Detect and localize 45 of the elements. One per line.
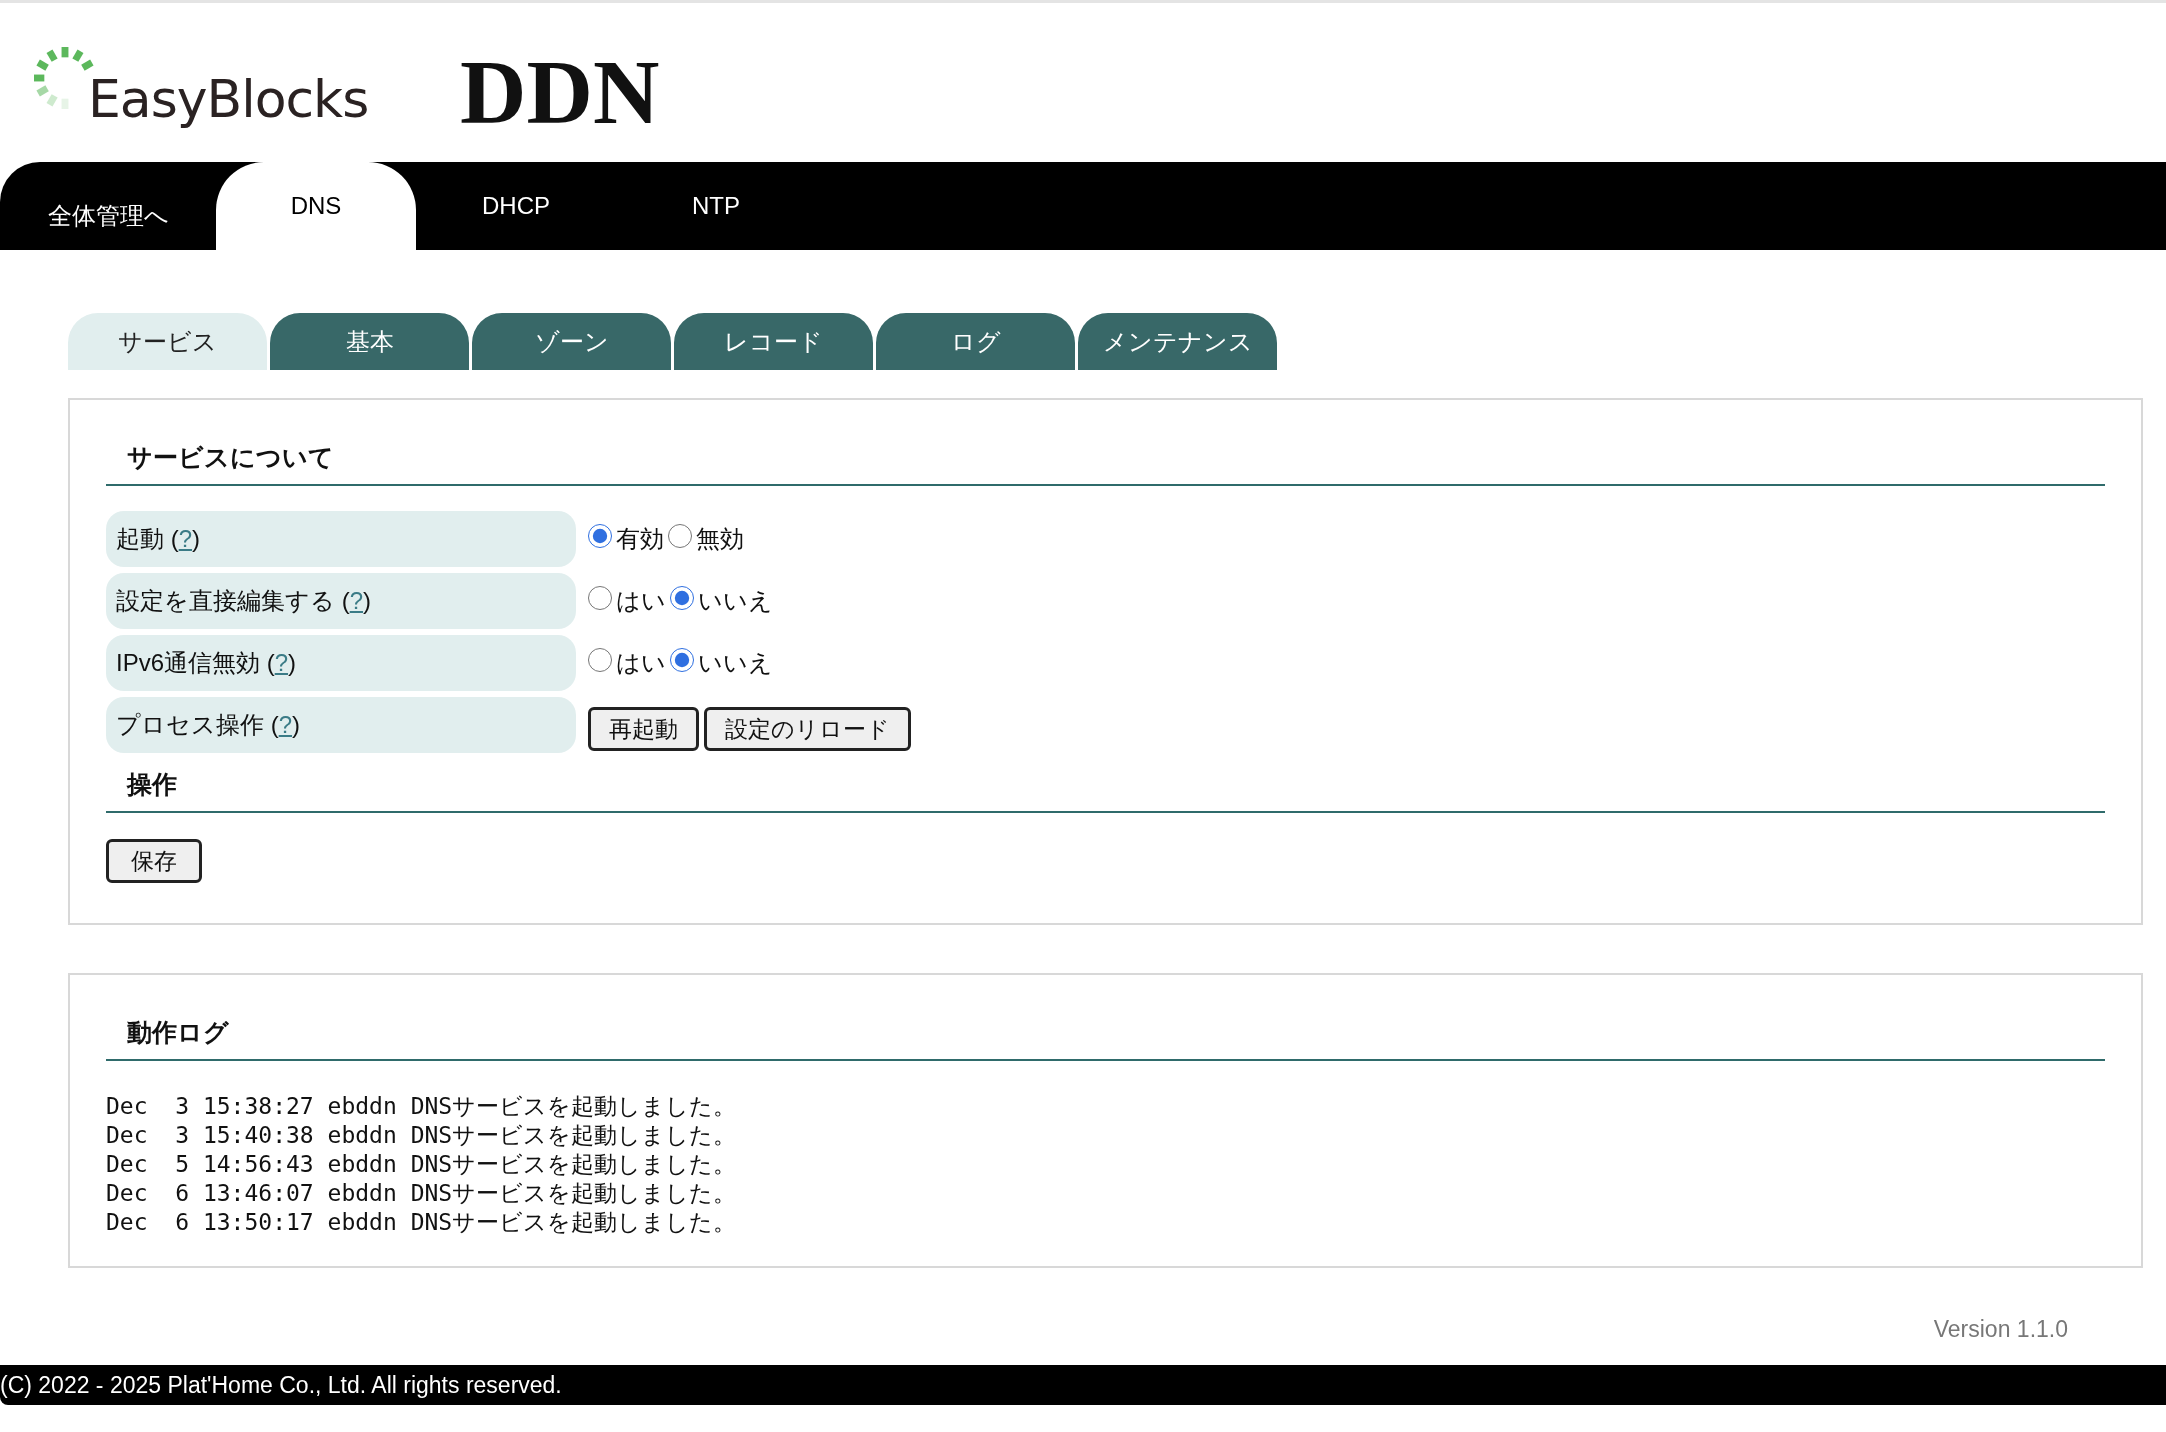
section-tab[interactable]: メンテナンス bbox=[1078, 313, 1277, 370]
version-text: Version 1.1.0 bbox=[1933, 1316, 2068, 1343]
section-tab[interactable]: ログ bbox=[876, 313, 1075, 370]
nav-tab[interactable]: DNS bbox=[216, 162, 416, 250]
help-link[interactable]: ? bbox=[278, 711, 293, 738]
help-link[interactable]: ? bbox=[349, 587, 364, 614]
option-label: いいえ bbox=[698, 586, 773, 616]
logo-text: EasyBlocks bbox=[88, 68, 369, 129]
action-button[interactable]: 設定のリロード bbox=[704, 707, 911, 751]
radio-button[interactable] bbox=[588, 524, 612, 548]
option-label: いいえ bbox=[698, 648, 773, 678]
section-tab[interactable]: サービス bbox=[68, 313, 267, 370]
section-tab[interactable]: ゾーン bbox=[472, 313, 671, 370]
option-label: はい bbox=[616, 648, 666, 678]
section-heading: 動作ログ bbox=[126, 1017, 230, 1048]
option-label: 有効 bbox=[616, 524, 664, 554]
copyright-text: (C) 2022 - 2025 Plat'Home Co., Ltd. All rights reserved. bbox=[0, 1371, 562, 1399]
setting-label: IPv6通信無効 (?) bbox=[106, 635, 576, 691]
nav-tab[interactable]: NTP bbox=[616, 162, 816, 250]
save-button[interactable]: 保存 bbox=[106, 839, 202, 883]
action-button[interactable]: 再起動 bbox=[588, 707, 699, 751]
section-tab[interactable]: レコード bbox=[674, 313, 873, 370]
log-line: Dec 6 13:46:07 ebddn DNSサービスを起動しました。 bbox=[106, 1179, 738, 1208]
radio-button[interactable] bbox=[668, 524, 692, 548]
log-line: Dec 6 13:50:17 ebddn DNSサービスを起動しました。 bbox=[106, 1208, 738, 1237]
radio-button[interactable] bbox=[588, 586, 612, 610]
nav-tab[interactable]: DHCP bbox=[416, 162, 616, 250]
setting-label: 設定を直接編集する (?) bbox=[106, 573, 576, 629]
radio-button[interactable] bbox=[670, 586, 694, 610]
section-tab[interactable]: 基本 bbox=[270, 313, 469, 370]
log-line: Dec 5 14:56:43 ebddn DNSサービスを起動しました。 bbox=[106, 1150, 738, 1179]
log-line: Dec 3 15:40:38 ebddn DNSサービスを起動しました。 bbox=[106, 1121, 738, 1150]
option-label: 無効 bbox=[696, 524, 744, 554]
radio-button[interactable] bbox=[588, 648, 612, 672]
help-link[interactable]: ? bbox=[178, 525, 193, 552]
radio-button[interactable] bbox=[670, 648, 694, 672]
setting-label: プロセス操作 (?) bbox=[106, 697, 576, 753]
nav-tab[interactable]: 全体管理へ bbox=[0, 162, 216, 250]
section-heading: 操作 bbox=[125, 769, 178, 800]
setting-label: 起動 (?) bbox=[106, 511, 576, 567]
log-line: Dec 3 15:38:27 ebddn DNSサービスを起動しました。 bbox=[106, 1092, 738, 1121]
section-heading: サービスについて bbox=[126, 442, 335, 473]
option-label: はい bbox=[616, 586, 666, 616]
app-title: DDN bbox=[460, 39, 660, 138]
help-link[interactable]: ? bbox=[274, 649, 289, 676]
